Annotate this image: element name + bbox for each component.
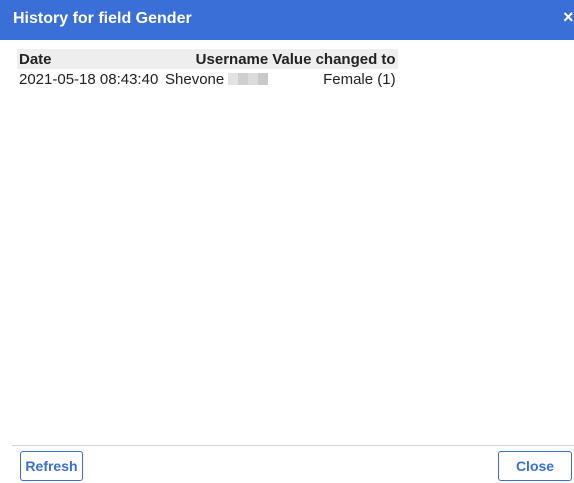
column-header-date: Date bbox=[17, 49, 163, 69]
cell-username: Shevone bbox=[163, 69, 270, 90]
footer-divider bbox=[12, 445, 574, 446]
cell-date: 2021-05-18 08:43:40 bbox=[19, 71, 159, 88]
redacted-surname bbox=[228, 73, 269, 85]
dialog-titlebar: History for field Gender × bbox=[0, 0, 574, 40]
cell-value: Female (1) bbox=[323, 71, 396, 88]
close-button[interactable]: Close bbox=[498, 451, 572, 481]
refresh-button[interactable]: Refresh bbox=[20, 451, 83, 481]
table-row: 2021-05-18 08:43:40 Shevone Female (1) bbox=[17, 69, 398, 90]
dialog-content: Date Username Value changed to 2021-05-1… bbox=[0, 40, 574, 445]
close-icon[interactable]: × bbox=[563, 8, 574, 26]
dialog-title: History for field Gender bbox=[13, 10, 192, 27]
column-header-username: Username bbox=[163, 49, 271, 69]
column-header-value: Value changed to bbox=[270, 49, 398, 69]
username-text: Shevone bbox=[165, 71, 225, 88]
history-table: Date Username Value changed to 2021-05-1… bbox=[17, 49, 398, 90]
table-header-row: Date Username Value changed to bbox=[17, 49, 398, 69]
history-dialog: History for field Gender × Date Username… bbox=[0, 0, 574, 483]
